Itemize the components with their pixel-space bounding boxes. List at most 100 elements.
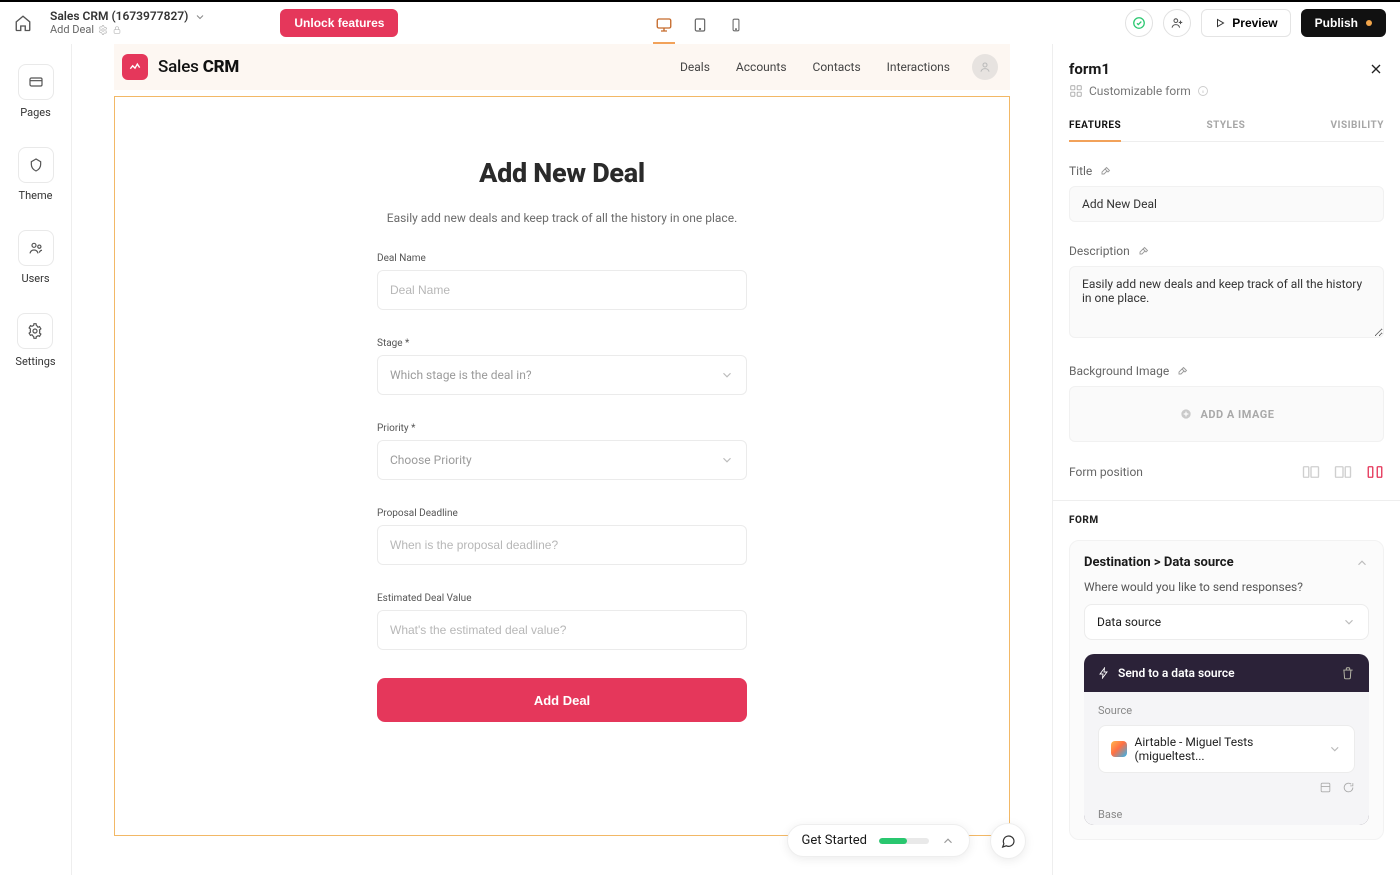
play-icon <box>1214 17 1226 29</box>
label-deal-name: Deal Name <box>377 253 747 264</box>
destination-select[interactable]: Data source <box>1084 604 1369 640</box>
source-label: Source <box>1098 704 1355 717</box>
send-datasource-panel: Send to a data source Source Airtable - … <box>1084 654 1369 825</box>
source-select[interactable]: Airtable - Miguel Tests (migueltest... <box>1098 725 1355 773</box>
close-inspector[interactable] <box>1368 61 1384 77</box>
trash-icon[interactable] <box>1341 666 1355 680</box>
submit-add-deal[interactable]: Add Deal <box>377 678 747 722</box>
chat-fab[interactable] <box>990 823 1026 859</box>
app-preview: Sales CRM Deals Accounts Contacts Intera… <box>114 44 1010 836</box>
form-title: Add New Deal <box>377 157 747 189</box>
brand-name: Sales CRM <box>158 57 239 77</box>
select-priority[interactable]: Choose Priority <box>377 440 747 480</box>
plus-circle-icon <box>1179 407 1193 421</box>
eyedropper-icon[interactable] <box>1138 245 1150 257</box>
rail-theme[interactable]: Theme <box>18 147 54 202</box>
description-input[interactable] <box>1069 266 1384 338</box>
home-icon[interactable] <box>14 14 32 32</box>
rail-users[interactable]: Users <box>18 230 54 285</box>
form-description: Easily add new deals and keep track of a… <box>377 211 747 225</box>
info-icon[interactable] <box>1197 85 1209 97</box>
destination-question: Where would you like to send responses? <box>1084 580 1369 594</box>
get-started-pill[interactable]: Get Started <box>787 824 970 857</box>
chevron-down-icon <box>1342 615 1356 629</box>
inspector-element-name: form1 <box>1069 60 1110 78</box>
chevron-down-icon <box>1328 742 1342 756</box>
publish-button[interactable]: Publish <box>1301 9 1386 37</box>
chevron-down-icon <box>194 11 206 23</box>
left-rail: Pages Theme Users Settings <box>0 44 72 875</box>
send-title: Send to a data source <box>1118 666 1235 680</box>
chevron-up-icon[interactable] <box>1355 556 1369 570</box>
settings-small-icon[interactable] <box>1319 781 1332 794</box>
device-tablet[interactable] <box>689 14 711 36</box>
gear-small-icon <box>98 25 108 35</box>
select-stage[interactable]: Which stage is the deal in? <box>377 355 747 395</box>
pos-center[interactable] <box>1366 464 1384 480</box>
settings-icon <box>17 313 53 349</box>
input-deadline[interactable] <box>377 525 747 565</box>
rail-pages[interactable]: Pages <box>18 64 54 119</box>
destination-heading: Destination > Data source <box>1084 555 1234 570</box>
inspector-panel: form1 Customizable form FEATURES STYLES … <box>1052 44 1400 875</box>
airtable-icon <box>1111 741 1127 757</box>
title-input[interactable] <box>1069 186 1384 222</box>
tab-features[interactable]: FEATURES <box>1069 120 1121 141</box>
add-image-button[interactable]: ADD A IMAGE <box>1069 386 1384 442</box>
form-position-label: Form position <box>1069 465 1143 479</box>
bolt-icon <box>1098 667 1110 679</box>
label-priority: Priority * <box>377 423 747 434</box>
destination-card: Destination > Data source Where would yo… <box>1069 540 1384 840</box>
preview-button[interactable]: Preview <box>1201 9 1290 37</box>
input-deal-name[interactable] <box>377 270 747 310</box>
device-switcher <box>653 14 747 36</box>
preview-label: Preview <box>1232 16 1277 30</box>
lock-small-icon <box>112 25 122 35</box>
invite-user-button[interactable] <box>1163 9 1191 37</box>
pages-icon <box>18 64 54 100</box>
label-stage: Stage * <box>377 338 747 349</box>
tab-styles[interactable]: STYLES <box>1206 120 1245 141</box>
close-icon <box>1368 61 1384 77</box>
inspector-subtitle: Customizable form <box>1089 84 1191 98</box>
bg-image-label: Background Image <box>1069 364 1169 378</box>
nav-deals[interactable]: Deals <box>680 60 710 74</box>
progress-bar <box>879 838 929 844</box>
title-label: Title <box>1069 164 1092 178</box>
chevron-down-icon <box>720 453 734 467</box>
users-icon <box>18 230 54 266</box>
nav-accounts[interactable]: Accounts <box>736 60 787 74</box>
form-section-label: FORM <box>1069 515 1384 526</box>
current-page-name: Add Deal <box>50 24 94 37</box>
label-deadline: Proposal Deadline <box>377 508 747 519</box>
device-mobile[interactable] <box>725 14 747 36</box>
chevron-down-icon <box>720 368 734 382</box>
project-name: Sales CRM (1673977827) <box>50 10 188 24</box>
app-nav: Sales CRM Deals Accounts Contacts Intera… <box>114 44 1010 90</box>
avatar[interactable] <box>972 54 998 80</box>
nav-interactions[interactable]: Interactions <box>887 60 950 74</box>
refresh-icon[interactable] <box>1342 781 1355 794</box>
project-switcher[interactable]: Sales CRM (1673977827) Add Deal <box>50 10 206 36</box>
status-check-button[interactable] <box>1125 9 1153 37</box>
rail-settings[interactable]: Settings <box>15 313 55 368</box>
publish-label: Publish <box>1315 16 1358 30</box>
tab-visibility[interactable]: VISIBILITY <box>1330 120 1384 141</box>
component-icon <box>1069 84 1083 98</box>
pos-right[interactable] <box>1334 464 1352 480</box>
input-deal-value[interactable] <box>377 610 747 650</box>
form-selection-frame[interactable]: Add New Deal Easily add new deals and ke… <box>114 96 1010 836</box>
unlock-features-button[interactable]: Unlock features <box>280 9 398 37</box>
nav-contacts[interactable]: Contacts <box>813 60 861 74</box>
chat-icon <box>1000 833 1016 849</box>
publish-status-dot <box>1366 20 1372 26</box>
description-label: Description <box>1069 244 1130 258</box>
get-started-label: Get Started <box>802 833 867 848</box>
eyedropper-icon[interactable] <box>1100 165 1112 177</box>
base-label: Base <box>1098 808 1355 821</box>
pos-left[interactable] <box>1302 464 1320 480</box>
eyedropper-icon[interactable] <box>1177 365 1189 377</box>
chevron-up-icon <box>941 834 955 848</box>
theme-icon <box>18 147 54 183</box>
device-desktop[interactable] <box>653 14 675 36</box>
